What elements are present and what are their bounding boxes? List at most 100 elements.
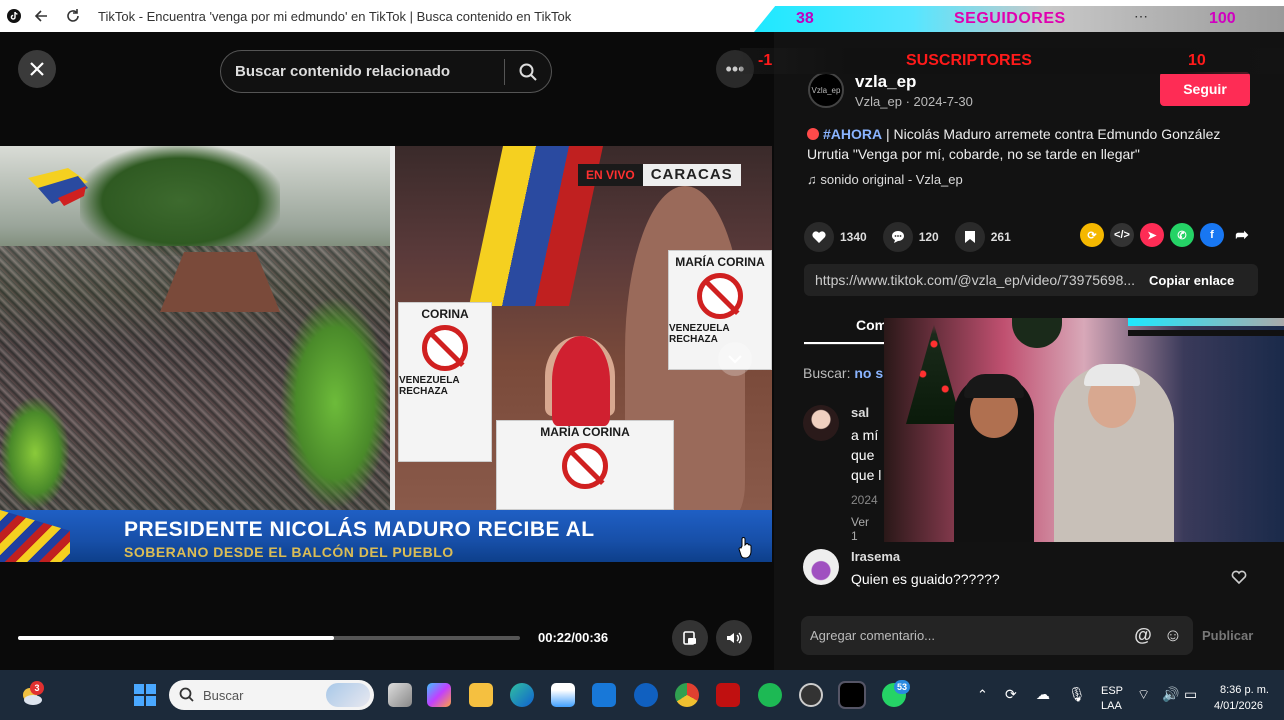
volume-tray-icon[interactable]: 🔊 [1162, 686, 1179, 703]
crowd-scene [0, 146, 390, 510]
hp-icon[interactable] [634, 683, 658, 707]
edge-icon[interactable] [510, 683, 534, 707]
battery-icon[interactable]: ▭ [1184, 686, 1197, 703]
live-tag: EN VIVO CARACAS [578, 164, 741, 186]
protest-sign: MARÍA CORINA [496, 420, 674, 510]
cloud-icon[interactable]: ☁ [1036, 686, 1050, 703]
followers-count: 38 [796, 10, 814, 27]
follow-button[interactable]: Seguir [1160, 72, 1250, 106]
hashtag-link[interactable]: #AHORA [823, 126, 882, 142]
send-icon[interactable]: ➤ [1140, 223, 1164, 247]
comment-count: 120 [918, 230, 939, 244]
share-arrow-icon[interactable]: ➦ [1230, 223, 1254, 247]
comment-line: Quien es guaido?????? [851, 571, 1000, 587]
volume-button[interactable] [716, 620, 752, 656]
suggested-search[interactable]: Buscar: no s [803, 365, 883, 381]
start-icon[interactable] [134, 684, 156, 706]
mini-subscribers-bar [1128, 330, 1284, 336]
search-placeholder: Buscar contenido relacionado [235, 63, 451, 80]
close-button[interactable] [18, 50, 56, 88]
facebook-icon[interactable]: f [1200, 223, 1224, 247]
subscribers-count: -1 [758, 52, 773, 69]
sound-name: sonido original - Vzla_ep [820, 172, 963, 187]
sound-row[interactable]: ♫ sonido original - Vzla_ep [807, 172, 963, 187]
sign-text: MARÍA CORINA [675, 255, 765, 269]
view-replies-link[interactable]: Ver 1 [851, 515, 869, 543]
save-count: 261 [990, 230, 1011, 244]
sign-text: VENEZUELA RECHAZA [669, 323, 730, 345]
chrome-icon[interactable] [675, 683, 699, 707]
publish-button[interactable]: Publicar [1202, 628, 1253, 643]
mcafee-icon[interactable] [716, 683, 740, 707]
sync-icon[interactable]: ⟳ [1005, 686, 1017, 703]
task-view-icon[interactable] [388, 683, 412, 707]
language-bottom[interactable]: LAA [1101, 700, 1122, 712]
search-highlight-image [326, 683, 370, 707]
video-player[interactable]: Buscar contenido relacionado ••• EN VIVO… [0, 32, 774, 670]
post-description: #AHORA | Nicolás Maduro arremete contra … [807, 124, 1257, 164]
chevron-up-icon[interactable]: ⌃ [977, 687, 988, 703]
video-frame: EN VIVO CARACAS MARÍA CORINA VENEZUELA R… [0, 146, 772, 562]
comment-input[interactable]: Agregar comentario... @ ☺ [801, 616, 1193, 655]
microphone-icon[interactable]: 🎙 [1068, 686, 1086, 703]
share-link[interactable]: https://www.tiktok.com/@vzla_ep/video/73… [815, 272, 1137, 288]
taskbar-search[interactable]: Buscar [169, 680, 374, 710]
outlook-icon[interactable] [592, 683, 616, 707]
spotify-icon[interactable] [758, 683, 782, 707]
cap-shape [1084, 364, 1140, 386]
share-row: ⟳ </> ➤ ✆ f ➦ [1080, 223, 1260, 247]
obs-icon[interactable] [799, 683, 823, 707]
author-avatar[interactable]: Vzla_ep [808, 72, 844, 108]
copy-link-button[interactable]: Copiar enlace [1149, 273, 1234, 288]
city-label: CARACAS [642, 164, 741, 186]
streamer-left [954, 374, 1034, 542]
tiktok-app-icon[interactable] [838, 681, 866, 709]
reload-icon[interactable] [60, 3, 86, 29]
subscribers-goal-bar: -1 SUSCRIPTORES 10 [740, 48, 1284, 74]
pip-icon [683, 631, 696, 645]
share-link-box: https://www.tiktok.com/@vzla_ep/video/73… [804, 264, 1258, 296]
comment-action[interactable]: 120 [882, 222, 939, 252]
commenter-name[interactable]: sal [851, 405, 869, 420]
author-name[interactable]: vzla_ep [855, 72, 916, 92]
wifi-icon[interactable]: ⌔ [1137, 686, 1150, 704]
mention-icon[interactable]: @ [1128, 625, 1158, 646]
clock-date[interactable]: 4/01/2026 [1214, 700, 1263, 712]
weather-badge: 3 [30, 681, 44, 695]
followers-goal: 100 [1209, 10, 1236, 27]
related-search-input[interactable]: Buscar contenido relacionado [220, 50, 552, 93]
search-icon[interactable] [505, 62, 551, 82]
wreath [1012, 318, 1062, 348]
webcam-overlay [884, 318, 1284, 542]
file-explorer-icon[interactable] [469, 683, 493, 707]
volume-icon [727, 632, 742, 644]
whatsapp-icon[interactable]: ✆ [1170, 223, 1194, 247]
like-comment-icon[interactable] [1230, 569, 1248, 585]
commenter-avatar[interactable] [803, 405, 839, 441]
picture-in-picture-button[interactable] [672, 620, 708, 656]
clock-time[interactable]: 8:36 p. m. [1220, 684, 1269, 696]
video-progress-bar[interactable] [18, 636, 520, 640]
commenter-name[interactable]: Irasema [851, 549, 900, 564]
emoji-icon[interactable]: ☺ [1158, 625, 1188, 646]
embed-icon[interactable]: </> [1110, 223, 1134, 247]
prohibited-icon [697, 273, 743, 319]
author-handle-date: Vzla_ep · 2024-7-30 [855, 94, 973, 109]
sign-text: VENEZUELA RECHAZA [399, 375, 460, 397]
tab-comments[interactable]: Com [856, 317, 887, 333]
palm-shape [0, 396, 70, 510]
chevron-down-icon[interactable] [718, 342, 752, 376]
whatsapp-badge: 53 [894, 680, 911, 694]
protest-sign: CORINA VENEZUELA RECHAZA [398, 302, 492, 462]
sign-text: MARÍA CORINA [540, 425, 630, 439]
commenter-avatar[interactable] [803, 549, 839, 585]
mouse-cursor-icon [738, 537, 752, 559]
copilot-icon[interactable] [427, 683, 451, 707]
progress-fill [18, 636, 335, 640]
back-icon[interactable] [28, 3, 54, 29]
language-top[interactable]: ESP [1101, 685, 1123, 697]
store-icon[interactable] [551, 683, 575, 707]
like-action[interactable]: 1340 [804, 222, 867, 252]
save-action[interactable]: 261 [954, 222, 1011, 252]
repost-icon[interactable]: ⟳ [1080, 223, 1104, 247]
